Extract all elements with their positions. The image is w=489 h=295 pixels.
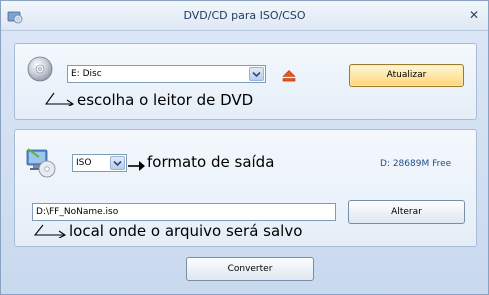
change-path-button[interactable]: Alterar	[348, 200, 465, 224]
annotation-arrow-icon	[44, 91, 75, 110]
format-select-value: ISO	[76, 158, 92, 168]
format-arrow-icon	[127, 157, 147, 176]
close-button[interactable]: ✕	[467, 8, 481, 22]
drive-select-dropdown[interactable]	[249, 67, 264, 81]
drive-select[interactable]: E: Disc	[67, 65, 266, 83]
refresh-button[interactable]: Atualizar	[349, 64, 464, 87]
window-title: DVD/CD para ISO/CSO	[183, 9, 306, 22]
format-select-dropdown[interactable]	[110, 156, 125, 170]
output-path-value: D:\FF_NoName.iso	[36, 207, 119, 217]
cd-disc-icon	[27, 56, 53, 86]
output-path-input[interactable]: D:\FF_NoName.iso	[32, 203, 336, 221]
chevron-down-icon	[252, 71, 261, 78]
free-space-label: D: 28689M Free	[380, 159, 452, 169]
drive-select-value: E: Disc	[71, 69, 102, 79]
close-icon: ✕	[468, 8, 480, 22]
format-annotation: formato de saída	[147, 153, 275, 171]
computer-disc-icon	[25, 147, 59, 183]
drive-annotation: escolha o leitor de DVD	[77, 91, 254, 109]
chevron-down-icon	[113, 160, 122, 167]
eject-icon[interactable]	[282, 67, 296, 86]
convert-button[interactable]: Converter	[186, 257, 314, 281]
main-window: DVD/CD para ISO/CSO ✕ E: Disc Atualizar …	[0, 0, 489, 295]
path-annotation-arrow-icon	[33, 223, 68, 242]
format-select[interactable]: ISO	[72, 154, 127, 172]
path-annotation: local onde o arquivo será salvo	[69, 222, 303, 240]
title-bar[interactable]: DVD/CD para ISO/CSO ✕	[1, 1, 488, 31]
